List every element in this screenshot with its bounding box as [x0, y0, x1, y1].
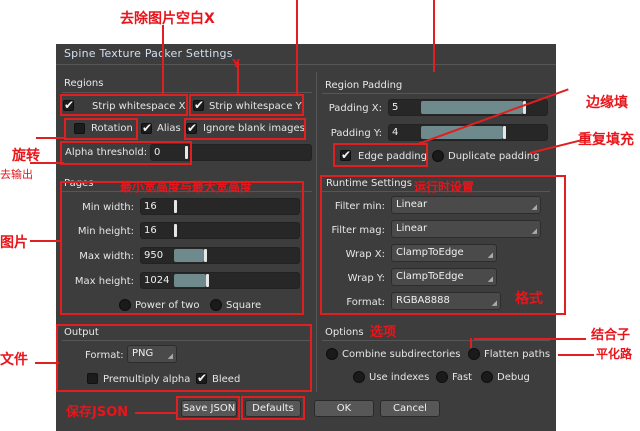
combine-subdirectories-label: Combine subdirectories — [342, 349, 461, 360]
fast-label: Fast — [452, 372, 473, 383]
pages-highlight — [60, 181, 304, 315]
alpha-threshold-highlight — [60, 141, 192, 165]
annotation-format: 格式 — [515, 291, 543, 307]
flatten-paths-label: Flatten paths — [484, 349, 551, 360]
regions-section-title: Regions — [64, 78, 104, 89]
annotation-line — [296, 0, 298, 95]
save-json-highlight — [176, 396, 240, 420]
use-indexes-checkbox[interactable] — [353, 371, 365, 383]
debug-label: Debug — [497, 372, 530, 383]
annotation-line — [135, 412, 177, 414]
rotation-highlight — [64, 118, 138, 140]
padding-x-slider[interactable]: 5 — [388, 99, 548, 116]
annotation-rotate: 旋转 — [12, 148, 40, 164]
annotation-repeat: 重复填充 — [578, 132, 634, 148]
annotation-flatten: 平化路 — [596, 347, 633, 361]
strip-y-highlight — [189, 94, 304, 116]
combine-subdirectories-checkbox[interactable] — [326, 348, 338, 360]
ok-button[interactable]: OK — [314, 400, 374, 417]
region-padding-section-title: Region Padding — [325, 80, 403, 91]
slider-thumb[interactable] — [503, 126, 506, 139]
padding-x-value: 5 — [392, 102, 399, 113]
annotation-size: 最小宽高度与最大宽高度 — [120, 180, 253, 194]
regions-divider — [62, 92, 312, 93]
alias-checkbox[interactable]: ✔ — [141, 121, 153, 135]
defaults-highlight — [241, 396, 305, 420]
fast-checkbox[interactable] — [436, 371, 448, 383]
flatten-paths-checkbox[interactable] — [468, 348, 480, 360]
title-divider — [56, 64, 556, 65]
options-section-title: Options — [325, 327, 364, 338]
duplicate-padding-label: Duplicate padding — [448, 151, 540, 162]
annotation-line — [30, 240, 62, 242]
edge-padding-highlight — [333, 143, 428, 167]
use-indexes-label: Use indexes — [369, 372, 430, 383]
padding-y-label: Padding Y: — [330, 128, 382, 139]
annotation-y: Y — [232, 57, 240, 70]
annotation-line — [162, 25, 164, 95]
output-highlight — [56, 324, 312, 392]
annotation-line — [433, 0, 435, 72]
column-divider — [316, 72, 317, 392]
annotation-combine: 结合子 — [591, 328, 631, 343]
padding-y-value: 4 — [392, 127, 399, 138]
padding-x-label: Padding X: — [328, 103, 382, 114]
duplicate-padding-checkbox[interactable] — [432, 150, 444, 162]
annotation-edge: 边缘填 — [586, 95, 628, 111]
options-divider — [322, 340, 550, 341]
annotation-image: 图片 — [0, 235, 28, 251]
annotation-line — [558, 354, 594, 356]
dialog-title: Spine Texture Packer Settings — [64, 47, 233, 60]
annotation-output-cut: 去输出 — [0, 168, 33, 181]
annotation-line — [36, 137, 66, 139]
annotation-line — [470, 338, 472, 348]
region-padding-divider — [322, 93, 550, 94]
debug-checkbox[interactable] — [481, 371, 493, 383]
cancel-button[interactable]: Cancel — [380, 400, 440, 417]
annotation-line — [474, 338, 586, 340]
ignore-blank-highlight — [184, 118, 306, 140]
annotation-runtime: 运行时设置 — [414, 180, 475, 194]
annotation-line — [35, 362, 59, 364]
alias-label: Alias — [157, 123, 181, 134]
annotation-options: 选项 — [370, 325, 397, 340]
annotation-save-json: 保存JSON — [66, 405, 129, 420]
checkmark-icon: ✔ — [142, 121, 153, 135]
annotation-strip-x: 去除图片空白X — [120, 11, 215, 27]
strip-x-highlight — [60, 94, 188, 116]
annotation-file: 文件 — [0, 352, 28, 368]
